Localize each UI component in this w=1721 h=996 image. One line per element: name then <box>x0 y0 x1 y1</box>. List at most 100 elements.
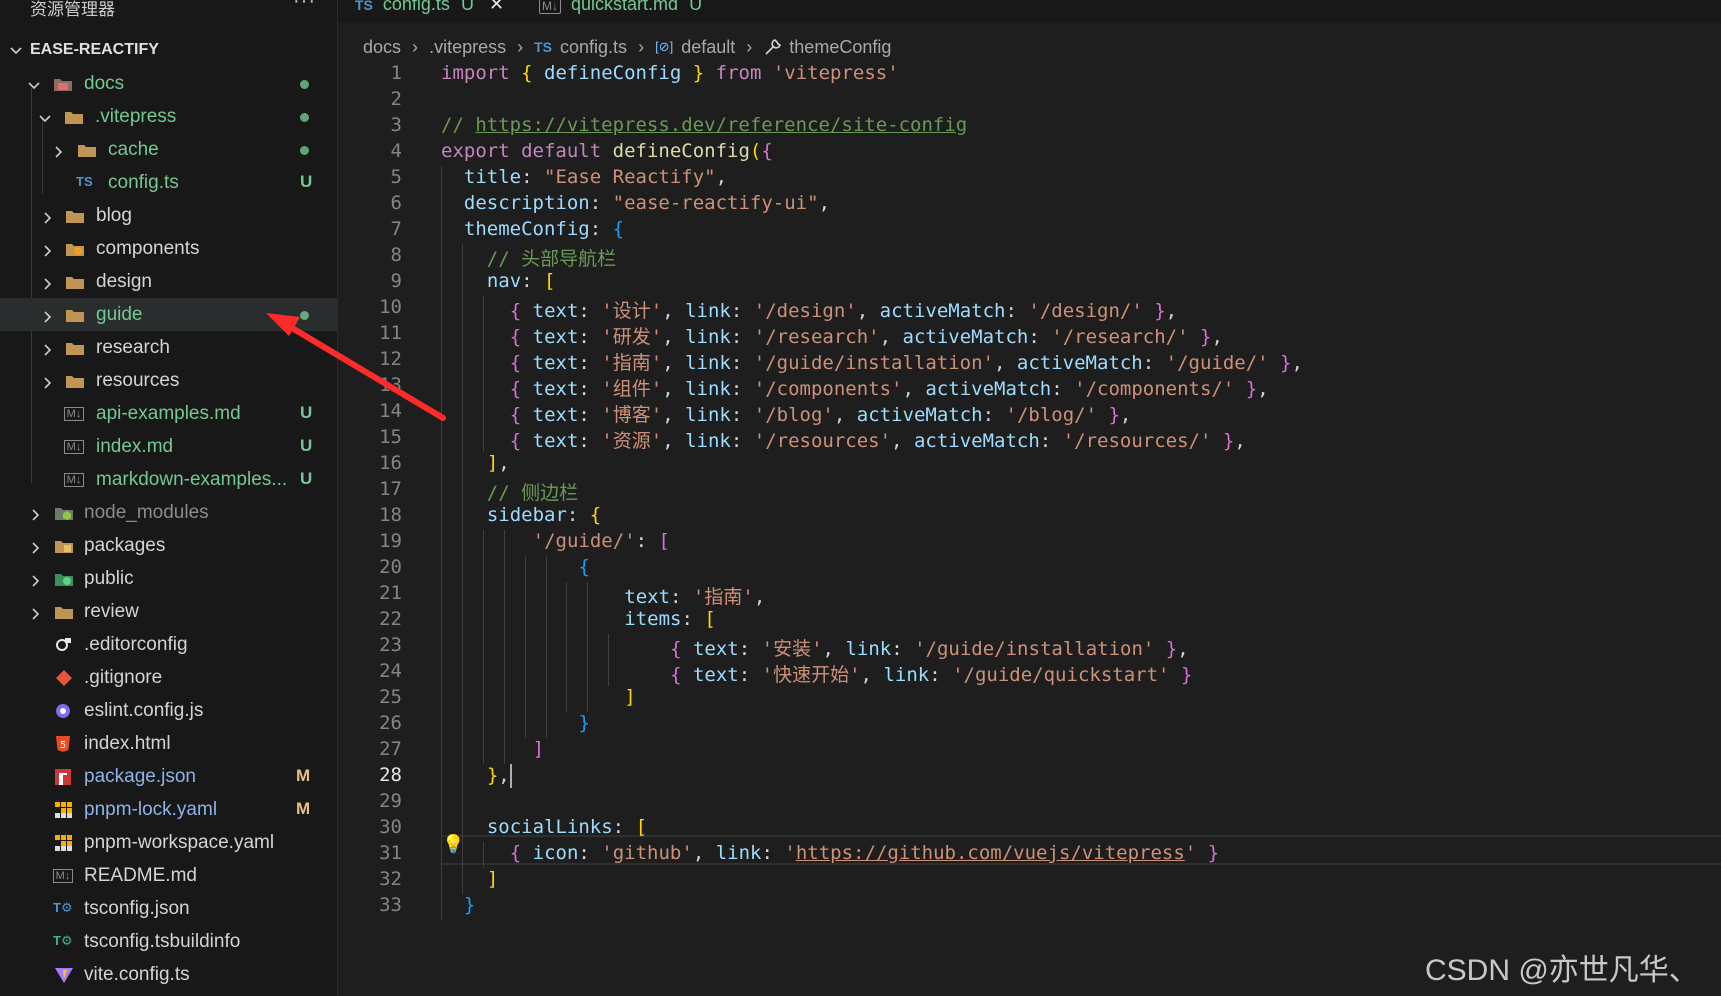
chevron-down-icon <box>39 115 51 123</box>
code-line[interactable]: sidebar: { <box>441 504 601 526</box>
line-number: 22 <box>379 608 402 630</box>
typescript-file-icon: TS <box>76 174 93 189</box>
tree-item-gitignore[interactable]: .gitignore <box>0 661 337 694</box>
tree-item-packages[interactable]: packages <box>0 529 337 562</box>
code-line[interactable]: title: "Ease Reactify", <box>441 166 727 188</box>
code-line[interactable]: ] <box>441 868 498 890</box>
code-line[interactable]: { text: '研发', link: '/research', activeM… <box>441 322 1223 349</box>
tree-item-docs[interactable]: docs <box>0 67 337 100</box>
code-line[interactable]: }, <box>441 764 512 788</box>
code-line[interactable]: { text: '组件', link: '/components', activ… <box>441 374 1269 401</box>
tree-item-design[interactable]: design <box>0 265 337 298</box>
code-line[interactable]: { text: '设计', link: '/design', activeMat… <box>441 296 1177 323</box>
tree-item-readme[interactable]: M↓ README.md <box>0 859 337 892</box>
npm-file-icon <box>55 769 71 785</box>
tab-quickstart-md[interactable]: M↓ quickstart.md U <box>539 0 702 20</box>
code-line[interactable]: ] <box>441 738 544 760</box>
folder-components-icon <box>66 244 84 256</box>
breadcrumb-item[interactable]: .vitepress <box>429 37 506 57</box>
tree-item-tsconfig-json[interactable]: T⚙ tsconfig.json <box>0 892 337 925</box>
code-line[interactable]: items: [ <box>441 608 716 630</box>
breadcrumb-item[interactable]: default <box>681 37 735 57</box>
tree-item-tsbuildinfo[interactable]: T⚙ tsconfig.tsbuildinfo <box>0 925 337 958</box>
folder-docs-icon <box>54 79 72 91</box>
line-number: 32 <box>379 868 402 890</box>
code-line[interactable]: { <box>441 556 589 578</box>
folder-icon <box>66 310 84 322</box>
tree-item-label: eslint.config.js <box>84 700 204 721</box>
code-line[interactable]: import { defineConfig } from 'vitepress' <box>441 62 899 84</box>
close-icon[interactable]: ✕ <box>489 0 504 14</box>
tree-item-editorconfig[interactable]: .editorconfig <box>0 628 337 661</box>
code-line[interactable]: // 头部导航栏 <box>441 244 616 271</box>
tree-item-label: .editorconfig <box>84 634 188 655</box>
line-number: 12 <box>379 348 402 370</box>
lightbulb-icon[interactable]: 💡 <box>442 834 464 855</box>
code-line[interactable]: ] <box>441 686 635 708</box>
tree-item-index-html[interactable]: 5 index.html <box>0 727 337 760</box>
code-line[interactable]: ], <box>441 452 510 474</box>
tree-item-vitepress[interactable]: .vitepress <box>0 100 337 133</box>
tree-item-pnpm-lock[interactable]: pnpm-lock.yaml M <box>0 793 337 826</box>
explorer-sidebar: 资源管理器 ··· EASE-REACTIFY docs .vitepress … <box>0 0 338 996</box>
tree-item-markdown-examples-md[interactable]: M↓ markdown-examples... U <box>0 463 337 496</box>
tree-item-package-json[interactable]: package.json M <box>0 760 337 793</box>
tree-item-pnpm-workspace[interactable]: pnpm-workspace.yaml <box>0 826 337 859</box>
tree-item-cache[interactable]: cache <box>0 133 337 166</box>
tree-item-research[interactable]: research <box>0 331 337 364</box>
folder-icon <box>66 211 84 223</box>
code-line[interactable]: // 侧边栏 <box>441 478 578 505</box>
breadcrumb-item[interactable]: config.ts <box>560 37 627 57</box>
code-line[interactable]: { text: '快速开始', link: '/guide/quickstart… <box>441 660 1192 687</box>
code-line[interactable]: themeConfig: { <box>441 218 624 240</box>
chevron-right-icon <box>32 608 40 620</box>
tree-item-resources[interactable]: resources <box>0 364 337 397</box>
tree-item-guide[interactable]: guide <box>0 298 337 331</box>
code-line[interactable]: { text: '安装', link: '/guide/installation… <box>441 634 1189 661</box>
editorconfig-file-icon <box>56 638 71 651</box>
tree-item-components[interactable]: components <box>0 232 337 265</box>
line-number: 17 <box>379 478 402 500</box>
code-line[interactable]: } <box>441 894 475 916</box>
tree-item-review[interactable]: review <box>0 595 337 628</box>
tree-item-label: design <box>96 271 152 292</box>
git-status-badge: U <box>300 436 313 455</box>
code-line[interactable]: { text: '资源', link: '/resources', active… <box>441 426 1246 453</box>
code-line[interactable]: '/guide/': [ <box>441 530 670 552</box>
tree-item-eslint-config[interactable]: eslint.config.js <box>0 694 337 727</box>
breadcrumb-item[interactable]: themeConfig <box>789 37 891 57</box>
code-line[interactable]: { icon: 'github', link: 'https://github.… <box>441 842 1219 864</box>
workspace-root-label: EASE-REACTIFY <box>30 41 159 58</box>
tree-item-label: blog <box>96 205 132 226</box>
tree-item-label: tsconfig.tsbuildinfo <box>84 931 241 952</box>
breadcrumb-item[interactable]: docs <box>363 37 401 57</box>
code-line[interactable]: export default defineConfig({ <box>441 140 773 162</box>
watermark: CSDN @亦世凡华、 <box>1425 954 1699 987</box>
code-line[interactable]: { text: '博客', link: '/blog', activeMatch… <box>441 400 1132 427</box>
line-number: 13 <box>379 374 402 396</box>
explorer-title: 资源管理器 <box>30 0 115 19</box>
workspace-root[interactable]: EASE-REACTIFY <box>0 37 337 67</box>
line-number: 24 <box>379 660 402 682</box>
tree-item-blog[interactable]: blog <box>0 199 337 232</box>
tree-item-label: index.md <box>96 436 174 457</box>
tree-item-public[interactable]: public <box>0 562 337 595</box>
chevron-right-icon <box>55 146 63 158</box>
tab-config-ts[interactable]: TS config.ts U ✕ <box>355 0 504 20</box>
code-line[interactable]: // https://vitepress.dev/reference/site-… <box>441 114 967 136</box>
code-line[interactable]: description: "ease-reactify-ui", <box>441 192 830 214</box>
tree-item-index-md[interactable]: M↓ index.md U <box>0 430 337 463</box>
code-line[interactable]: { text: '指南', link: '/guide/installation… <box>441 348 1303 375</box>
tree-item-label: index.html <box>84 733 171 754</box>
tree-item-config-ts[interactable]: TS config.ts U <box>0 166 337 199</box>
code-line[interactable]: nav: [ <box>441 270 556 292</box>
tree-item-api-examples-md[interactable]: M↓ api-examples.md U <box>0 397 337 430</box>
more-actions-icon[interactable]: ··· <box>293 0 316 13</box>
tree-item-vite-config[interactable]: vite.config.ts <box>0 958 337 991</box>
code-line[interactable]: } <box>441 712 589 734</box>
code-line[interactable]: text: '指南', <box>441 582 765 609</box>
code-editor[interactable]: 1 2 3 4 5 6 7 8 9 10 11 12 13 14 15 16 17 18 19 20 21 22 23 24 2… <box>338 62 1721 996</box>
tree-item-label: config.ts <box>108 172 179 193</box>
tree-item-node-modules[interactable]: node_modules <box>0 496 337 529</box>
code-line[interactable]: socialLinks: [ <box>441 816 647 838</box>
